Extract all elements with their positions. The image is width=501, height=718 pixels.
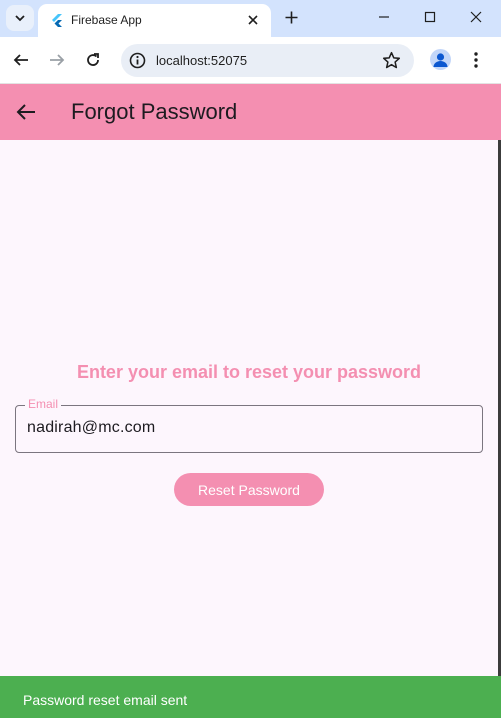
snackbar-message: Password reset email sent xyxy=(23,692,188,708)
person-icon xyxy=(433,53,448,67)
arrow-left-icon[interactable] xyxy=(14,100,38,124)
flutter-icon xyxy=(52,14,62,27)
url-text[interactable]: localhost:52075 xyxy=(156,53,247,68)
forward-nav-button[interactable] xyxy=(46,49,68,71)
star-icon[interactable] xyxy=(382,51,401,70)
info-icon[interactable] xyxy=(129,52,146,69)
window-close-button[interactable] xyxy=(463,6,489,28)
address-bar[interactable]: localhost:52075 xyxy=(121,44,414,77)
email-field-value[interactable]: nadirah@mc.com xyxy=(27,419,155,437)
minimize-button[interactable] xyxy=(371,6,397,28)
arrow-right-icon xyxy=(50,54,65,66)
maximize-icon xyxy=(424,11,436,23)
more-vert-icon xyxy=(474,52,478,68)
browser-menu-button[interactable] xyxy=(470,50,482,70)
chevron-down-icon xyxy=(15,15,25,22)
plus-icon xyxy=(285,11,297,23)
browser-tab[interactable]: Firebase App xyxy=(38,4,271,37)
email-field[interactable]: Email nadirah@mc.com xyxy=(15,397,483,453)
reload-button[interactable] xyxy=(82,49,104,71)
tab-close-button[interactable] xyxy=(245,12,261,28)
email-field-label: Email xyxy=(25,397,62,411)
back-nav-button[interactable] xyxy=(10,49,32,71)
close-icon xyxy=(470,11,482,23)
browser-tabstrip: Firebase App xyxy=(0,0,501,37)
tab-search-button[interactable] xyxy=(6,5,34,31)
reload-icon xyxy=(87,53,99,66)
arrow-left-icon xyxy=(13,54,28,66)
minimize-icon xyxy=(379,16,389,18)
maximize-button[interactable] xyxy=(417,6,443,28)
new-tab-button[interactable] xyxy=(281,7,301,27)
snackbar: Password reset email sent xyxy=(0,676,501,718)
instruction-text: Enter your email to reset your password xyxy=(76,362,422,382)
close-icon xyxy=(248,15,258,25)
browser-toolbar: localhost:52075 xyxy=(0,37,501,84)
app-bar: Forgot Password xyxy=(0,84,501,140)
reset-password-button[interactable]: Reset Password xyxy=(174,473,324,506)
tab-title: Firebase App xyxy=(71,13,142,27)
page-content: Enter your email to reset your password … xyxy=(0,140,498,676)
page-title: Forgot Password xyxy=(71,99,238,124)
profile-icon[interactable] xyxy=(430,49,451,70)
